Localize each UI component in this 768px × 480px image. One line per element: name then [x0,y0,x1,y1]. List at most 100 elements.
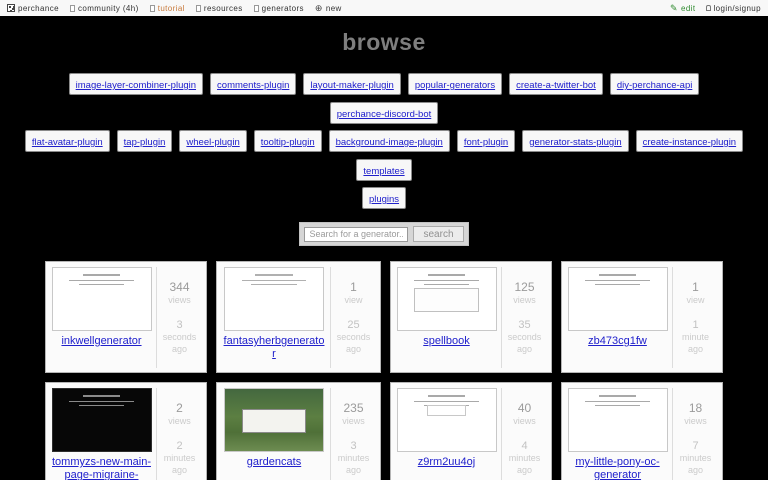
generator-thumbnail[interactable] [567,267,668,331]
generator-thumbnail[interactable] [396,267,497,331]
thumbnail-dialog-box [241,409,307,433]
search-button[interactable]: search [413,226,464,242]
nav-community[interactable]: community (4h) [69,4,139,13]
time-stat: 25 seconds ago [331,319,376,355]
views-label: views [168,415,191,426]
login-label: login/signup [713,3,761,13]
plugin-link-generator-stats[interactable]: generator-stats-plugin [529,137,621,148]
views-count: 1 [692,280,699,295]
search-input[interactable] [304,226,409,242]
views-label: views [342,415,365,426]
time-stat: 2 minutes ago [157,440,202,476]
generator-thumbnail[interactable] [224,267,324,331]
plugin-box: flat-avatar-plugin [24,130,110,152]
plugin-box: font-plugin [456,130,516,152]
plugin-link-layout-maker[interactable]: layout-maker-plugin [310,80,393,91]
views-label: view [686,294,705,305]
card-stats: 125 views 35 seconds ago [501,267,547,368]
card-stats: 2 views 2 minutes ago [156,388,202,480]
plugin-box: comments-plugin [210,73,297,95]
generator-card: gardencats 235 views 3 minutes ago [216,382,381,480]
generator-thumbnail[interactable] [51,267,152,331]
plugin-link-flat-avatar[interactable]: flat-avatar-plugin [32,137,103,148]
card-main: my-little-pony-oc-generator [567,388,668,480]
time-stat: 4 minutes ago [502,440,547,476]
edit-label: edit [681,3,696,13]
card-main: gardencats [222,388,326,480]
plugin-link-tooltip[interactable]: tooltip-plugin [261,137,315,148]
generator-thumbnail[interactable] [224,388,324,452]
generator-card: spellbook 125 views 35 seconds ago [390,261,552,373]
brand-label: perchance [18,3,59,13]
generator-card: inkwellgenerator 344 views 3 seconds ago [45,261,207,373]
views-stat: 40 views [502,401,547,427]
plugin-link-templates[interactable]: templates [363,166,404,177]
thumbnail-text-line [594,405,641,406]
plugin-link-create-instance[interactable]: create-instance-plugin [643,137,736,148]
views-count: 125 [514,280,535,295]
plugin-link-perchance-discord-bot[interactable]: perchance-discord-bot [337,109,432,120]
generator-card: my-little-pony-oc-generator 18 views 7 m… [561,382,723,480]
generator-link[interactable]: inkwellgenerator [61,335,141,348]
card-main: z9rm2uu4oj [396,388,497,480]
plugin-link-background-image[interactable]: background-image-plugin [336,137,443,148]
nav-resources[interactable]: resources [195,4,243,13]
views-label: views [168,294,191,305]
generator-thumbnail[interactable] [567,388,668,452]
generator-link[interactable]: fantasyherbgenerator [222,335,326,361]
time-ago: ago [516,343,533,354]
plugin-link-comments[interactable]: comments-plugin [217,80,289,91]
plugin-box: create-instance-plugin [635,130,744,152]
plugin-link-tap[interactable]: tap-plugin [124,137,166,148]
generator-thumbnail[interactable] [396,388,497,452]
plugin-link-popular-generators[interactable]: popular-generators [415,80,495,91]
time-unit: minutes [508,453,541,464]
time-stat: 35 seconds ago [502,319,547,355]
card-stats: 235 views 3 minutes ago [330,388,376,480]
generator-link[interactable]: gardencats [247,456,301,469]
generator-thumbnail[interactable] [51,388,152,452]
views-count: 18 [688,401,703,416]
nav-tutorial-label: tutorial [157,3,185,13]
time-ago: ago [345,343,362,354]
brand-home-link[interactable]: perchance [7,4,59,13]
thumbnail-text-line [241,280,307,281]
views-stat: 1 view [331,280,376,306]
nav-generators[interactable]: generators [253,4,304,13]
edit-button[interactable]: ✎ edit [670,3,695,14]
time-unit: seconds [336,332,371,343]
nav-new[interactable]: ⊕ new [315,3,342,14]
views-count: 1 [350,280,357,295]
card-main: tommyzs-new-main-page-migraine-edition [51,388,152,480]
generator-link[interactable]: tommyzs-new-main-page-migraine-edition [51,456,152,480]
generator-card: tommyzs-new-main-page-migraine-edition 2… [45,382,207,480]
thumbnail-text-line [585,401,650,402]
plugin-link-font[interactable]: font-plugin [464,137,508,148]
login-signup-button[interactable]: login/signup [705,3,762,13]
generator-link[interactable]: my-little-pony-oc-generator [567,456,668,480]
time-count: 2 [176,440,183,453]
time-stat: 3 seconds ago [157,319,202,355]
thumbnail-text-line [78,405,125,406]
nav-new-label: new [325,3,342,13]
generator-card: zb473cg1fw 1 view 1 minute ago [561,261,723,373]
generator-link[interactable]: spellbook [423,335,469,348]
plugin-link-diy-perchance-api[interactable]: diy-perchance-api [617,80,693,91]
plugin-box: background-image-plugin [328,130,450,152]
plugin-link-wheel[interactable]: wheel-plugin [186,137,239,148]
plugin-box: diy-perchance-api [609,73,700,95]
nav-tutorial[interactable]: tutorial [149,3,185,13]
plugin-link-create-a-twitter-bot[interactable]: create-a-twitter-bot [516,80,596,91]
views-count: 2 [176,401,183,416]
generator-link[interactable]: zb473cg1fw [588,335,647,348]
plugin-link-plugins[interactable]: plugins [369,194,399,205]
time-count: 3 [176,319,183,332]
thumbnail-text-line [598,395,637,397]
views-label: view [344,294,363,305]
plugin-box: popular-generators [407,73,503,95]
generator-link[interactable]: z9rm2uu4oj [418,456,475,469]
plugin-link-image-layer-combiner[interactable]: image-layer-combiner-plugin [76,80,196,91]
thumbnail-text-line [78,284,125,285]
thumbnail-text-line [427,274,466,276]
generator-card: fantasyherbgenerator 1 view 25 seconds a… [216,261,381,373]
